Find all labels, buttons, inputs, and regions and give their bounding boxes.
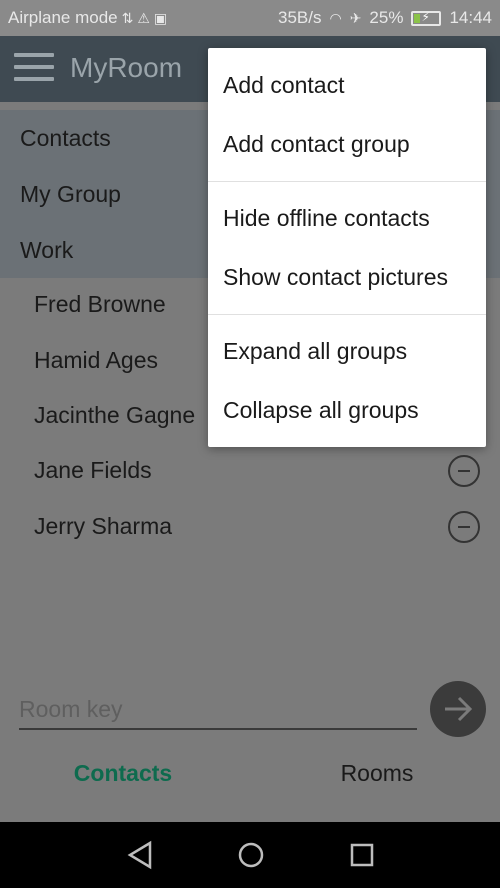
remove-contact-icon[interactable]: [448, 511, 480, 543]
status-right: 35B/s ◠ ✈ 25% ⚡ 14:44: [278, 8, 492, 28]
app-title: MyRoom: [70, 52, 183, 83]
contact-name: Fred Browne: [34, 291, 166, 317]
battery-icon: ⚡: [411, 9, 442, 26]
wifi-icon: ◠: [329, 9, 342, 26]
menu-item-collapse-all-groups[interactable]: Collapse all groups: [208, 381, 486, 440]
image-icon: ▣: [153, 9, 168, 26]
status-bar: Airplane mode ⇅ ⚠ ▣ 35B/s ◠ ✈ 25% ⚡ 14:4…: [0, 0, 500, 36]
battery-percent: 25%: [369, 8, 404, 27]
menu-item-show-contact-pictures[interactable]: Show contact pictures: [208, 248, 486, 307]
warning-icon: ⚠: [137, 9, 150, 26]
overflow-menu: Add contact Add contact group Hide offli…: [208, 48, 486, 447]
tab-contacts[interactable]: Contacts: [0, 760, 246, 802]
menu-divider: [208, 181, 486, 182]
menu-item-expand-all-groups[interactable]: Expand all groups: [208, 322, 486, 381]
home-icon[interactable]: [236, 840, 266, 870]
room-key-input[interactable]: [19, 690, 417, 730]
charging-icon: ⚡: [421, 9, 430, 24]
contact-name: Jerry Sharma: [34, 513, 173, 539]
group-label: Contacts: [20, 125, 111, 151]
menu-item-hide-offline-contacts[interactable]: Hide offline contacts: [208, 189, 486, 248]
menu-divider: [208, 314, 486, 315]
contact-row[interactable]: Jerry Sharma: [0, 499, 500, 555]
network-speed: 35B/s: [277, 8, 322, 27]
battery-fill: [414, 13, 421, 23]
airplane-icon: ✈: [349, 9, 362, 26]
clock: 14:44: [449, 8, 492, 27]
data-transfer-icon: ⇅: [121, 9, 134, 26]
group-label: My Group: [20, 181, 121, 207]
menu-item-add-contact[interactable]: Add contact: [208, 56, 486, 115]
remove-contact-icon[interactable]: [448, 455, 480, 487]
contact-name: Jane Fields: [34, 457, 152, 483]
system-nav-bar: [0, 822, 500, 888]
group-label: Work: [20, 237, 74, 263]
carrier-text: Airplane mode: [8, 8, 118, 27]
recents-icon[interactable]: [347, 840, 377, 870]
contact-row[interactable]: Jane Fields: [0, 443, 500, 499]
arrow-right-icon: [445, 696, 473, 722]
back-icon[interactable]: [126, 840, 156, 870]
contact-name: Jacinthe Gagne: [34, 402, 196, 428]
status-left: Airplane mode ⇅ ⚠ ▣: [8, 8, 167, 28]
tab-rooms[interactable]: Rooms: [254, 760, 500, 802]
join-room-button[interactable]: [430, 681, 486, 737]
contact-name: Hamid Ages: [34, 347, 159, 373]
menu-icon[interactable]: [14, 53, 54, 85]
menu-item-add-contact-group[interactable]: Add contact group: [208, 115, 486, 174]
